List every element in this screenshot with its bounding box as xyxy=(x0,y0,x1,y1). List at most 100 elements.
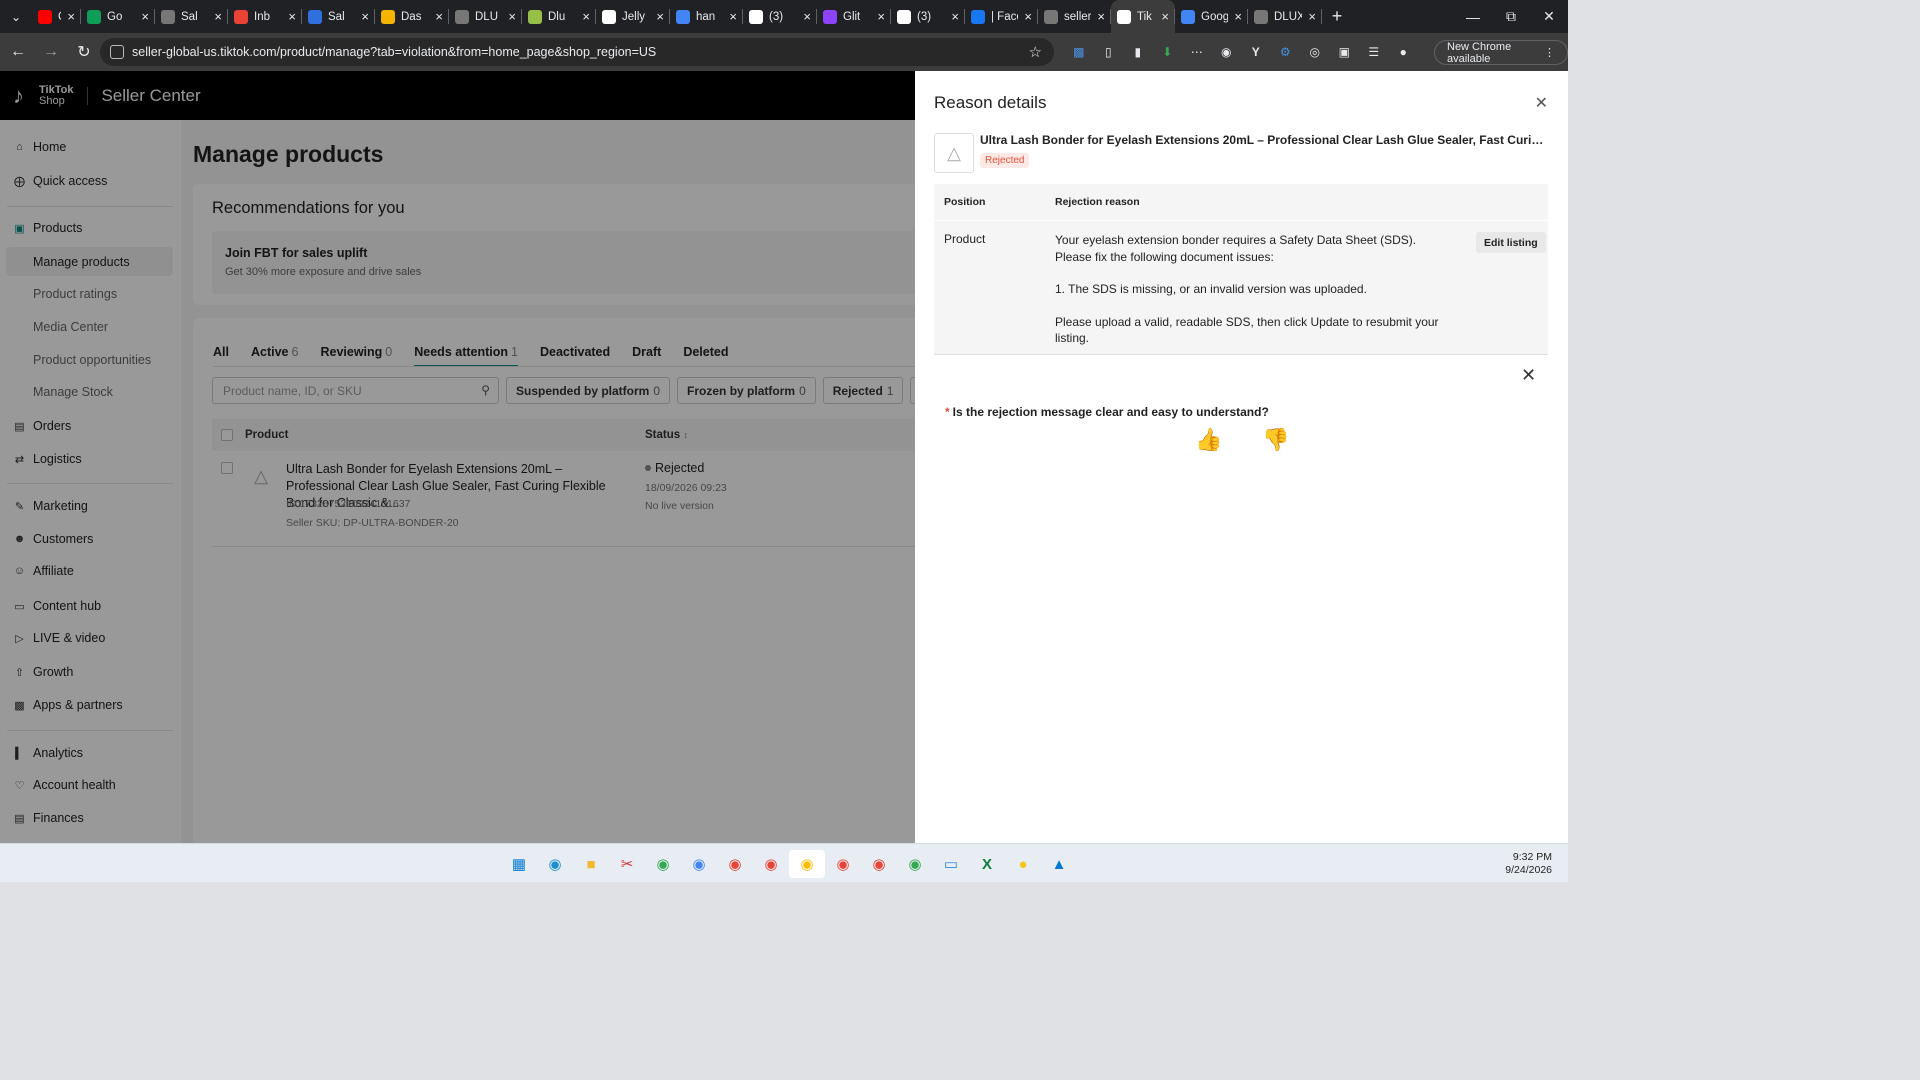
browser-tab[interactable]: Jelly × xyxy=(596,0,670,33)
sheets-icon xyxy=(87,9,101,24)
chrome-icon[interactable]: ◉ xyxy=(897,850,933,878)
browser-tab[interactable]: Ch × xyxy=(32,0,81,33)
browser-tab[interactable]: Inb × xyxy=(228,0,302,33)
chrome-icon[interactable]: ◉ xyxy=(789,850,825,878)
site-info-icon[interactable] xyxy=(110,45,124,59)
chrome-icon[interactable]: ◉ xyxy=(825,850,861,878)
browser-tab[interactable]: DLU × xyxy=(449,0,522,33)
tab-close-icon[interactable]: × xyxy=(288,9,296,24)
clock-date: 9/24/2026 xyxy=(1505,864,1552,876)
media-queue-icon[interactable]: ☰ xyxy=(1359,41,1389,63)
chrome-icon[interactable]: ◉ xyxy=(645,850,681,878)
extension-dots-icon[interactable]: ⋯ xyxy=(1182,41,1212,63)
address-bar[interactable]: seller-global-us.tiktok.com/product/mana… xyxy=(100,38,1054,66)
extension-lens-icon[interactable]: ◉ xyxy=(1212,41,1242,63)
reload-icon[interactable]: ↻ xyxy=(69,37,99,67)
minimize-icon[interactable]: — xyxy=(1454,0,1492,33)
url-text[interactable]: seller-global-us.tiktok.com/product/mana… xyxy=(132,45,656,59)
globe-icon xyxy=(161,9,175,24)
back-icon[interactable]: ← xyxy=(3,37,33,67)
browser-tab[interactable]: DLUX P × xyxy=(1248,0,1322,33)
feedback-close-icon[interactable]: ✕ xyxy=(1521,365,1536,386)
tab-close-icon[interactable]: × xyxy=(67,9,75,24)
excel-icon[interactable]: X xyxy=(969,850,1005,878)
tab-close-icon[interactable]: × xyxy=(141,9,149,24)
thumbs-up-icon[interactable]: 👍 xyxy=(1195,427,1222,453)
extensions-area: ▩ ▯ ▮ ⬇ ⋯ ◉ Y ⚙ ◎ ▣ ☰ ● xyxy=(1064,41,1418,63)
tab-close-icon[interactable]: × xyxy=(1161,9,1169,24)
new-tab-button[interactable]: + xyxy=(1322,6,1352,27)
file-explorer-icon[interactable]: ■ xyxy=(573,850,609,878)
tab-search-chevron-icon[interactable]: ⌄ xyxy=(0,0,32,33)
extension-globe-icon[interactable]: ◎ xyxy=(1300,41,1330,63)
reason-line: Your eyelash extension bonder requires a… xyxy=(1055,233,1417,247)
extension-gear-icon[interactable]: ⚙ xyxy=(1271,41,1301,63)
tab-close-icon[interactable]: × xyxy=(582,9,590,24)
photos-icon[interactable]: ▲ xyxy=(1041,850,1077,878)
browser-tab[interactable]: Google × xyxy=(1175,0,1248,33)
browser-tab[interactable]: han × xyxy=(670,0,743,33)
extensions-puzzle-icon[interactable]: ▣ xyxy=(1330,41,1360,63)
tab-close-icon[interactable]: × xyxy=(435,9,443,24)
edit-listing-button[interactable]: Edit listing xyxy=(1476,232,1546,253)
browser-tab[interactable]: seller-g × xyxy=(1038,0,1111,33)
extension-chart-icon[interactable]: ▩ xyxy=(1064,41,1094,63)
chrome-icon[interactable]: ◉ xyxy=(681,850,717,878)
system-clock[interactable]: 9:32 PM 9/24/2026 xyxy=(1505,851,1552,877)
tab-close-icon[interactable]: × xyxy=(508,9,516,24)
tab-close-icon[interactable]: × xyxy=(1234,9,1242,24)
new-chrome-available-button[interactable]: New Chrome available ⋮ xyxy=(1434,40,1568,65)
snipping-tool-icon[interactable]: ✂ xyxy=(609,850,645,878)
tab-close-icon[interactable]: × xyxy=(951,9,959,24)
extension-y-icon[interactable]: Y xyxy=(1241,41,1271,63)
browser-tab[interactable]: | Facebo × xyxy=(965,0,1038,33)
start-icon[interactable]: ▦ xyxy=(501,850,537,878)
modal-backdrop[interactable] xyxy=(0,71,915,843)
tab-title: (3) xyxy=(769,10,784,23)
chrome-icon[interactable]: ◉ xyxy=(717,850,753,878)
browser-tab[interactable]: Sal × xyxy=(155,0,228,33)
status-badge: Rejected xyxy=(980,153,1030,168)
browser-tab[interactable]: Sal × xyxy=(302,0,375,33)
window-close-icon[interactable]: ✕ xyxy=(1530,0,1568,33)
profile-avatar[interactable]: ● xyxy=(1389,41,1419,63)
browser-tab[interactable]: (3) × xyxy=(891,0,965,33)
tab-close-icon[interactable]: × xyxy=(1024,9,1032,24)
remote-desktop-icon[interactable]: ▭ xyxy=(933,850,969,878)
tab-close-icon[interactable]: × xyxy=(803,9,811,24)
browser-tab[interactable]: Das × xyxy=(375,0,449,33)
forward-icon[interactable]: → xyxy=(36,37,66,67)
tab-close-icon[interactable]: × xyxy=(214,9,222,24)
tab-title: Jelly xyxy=(622,10,646,23)
close-icon[interactable]: ✕ xyxy=(1535,93,1548,113)
chat-icon[interactable]: ● xyxy=(1005,850,1041,878)
tab-close-icon[interactable]: × xyxy=(1308,9,1316,24)
browser-tab[interactable]: Dlu × xyxy=(522,0,596,33)
gmail-icon xyxy=(234,9,248,24)
column-rejection-reason: Rejection reason xyxy=(1055,196,1140,208)
edge-icon[interactable]: ◉ xyxy=(537,850,573,878)
browser-tab[interactable]: (3) × xyxy=(743,0,817,33)
thumbs-down-icon[interactable]: 👎 xyxy=(1262,427,1289,453)
browser-tab[interactable]: Go × xyxy=(81,0,155,33)
tab-title: han xyxy=(696,10,716,23)
extension-phone-icon[interactable]: ▯ xyxy=(1094,41,1124,63)
browser-tab[interactable]: Glit × xyxy=(817,0,891,33)
column-position: Position xyxy=(944,196,986,208)
tab-close-icon[interactable]: × xyxy=(877,9,885,24)
tab-close-icon[interactable]: × xyxy=(361,9,369,24)
chrome-icon[interactable]: ◉ xyxy=(753,850,789,878)
bookmark-star-icon[interactable]: ☆ xyxy=(1029,43,1042,61)
extension-download-icon[interactable]: ⬇ xyxy=(1153,41,1183,63)
jelly-icon xyxy=(602,9,616,24)
browser-tab-strip: ⌄ Ch×Go×Sal×Inb×Sal×Das×DLU×Dlu×Jelly×ha… xyxy=(0,0,1568,33)
tab-close-icon[interactable]: × xyxy=(656,9,664,24)
translate-icon xyxy=(676,9,690,24)
taskbar-icons: ▦ ◉ ■ ✂ ◉ ◉ ◉ ◉ ◉ ◉ ◉ ◉ ▭ X ● ▲ xyxy=(501,850,1077,878)
tab-close-icon[interactable]: × xyxy=(729,9,737,24)
chrome-icon[interactable]: ◉ xyxy=(861,850,897,878)
tab-close-icon[interactable]: × xyxy=(1097,9,1105,24)
restore-icon[interactable]: ⧉ xyxy=(1492,0,1530,33)
extension-doc-icon[interactable]: ▮ xyxy=(1123,41,1153,63)
browser-tab[interactable]: Tik × xyxy=(1111,0,1175,33)
